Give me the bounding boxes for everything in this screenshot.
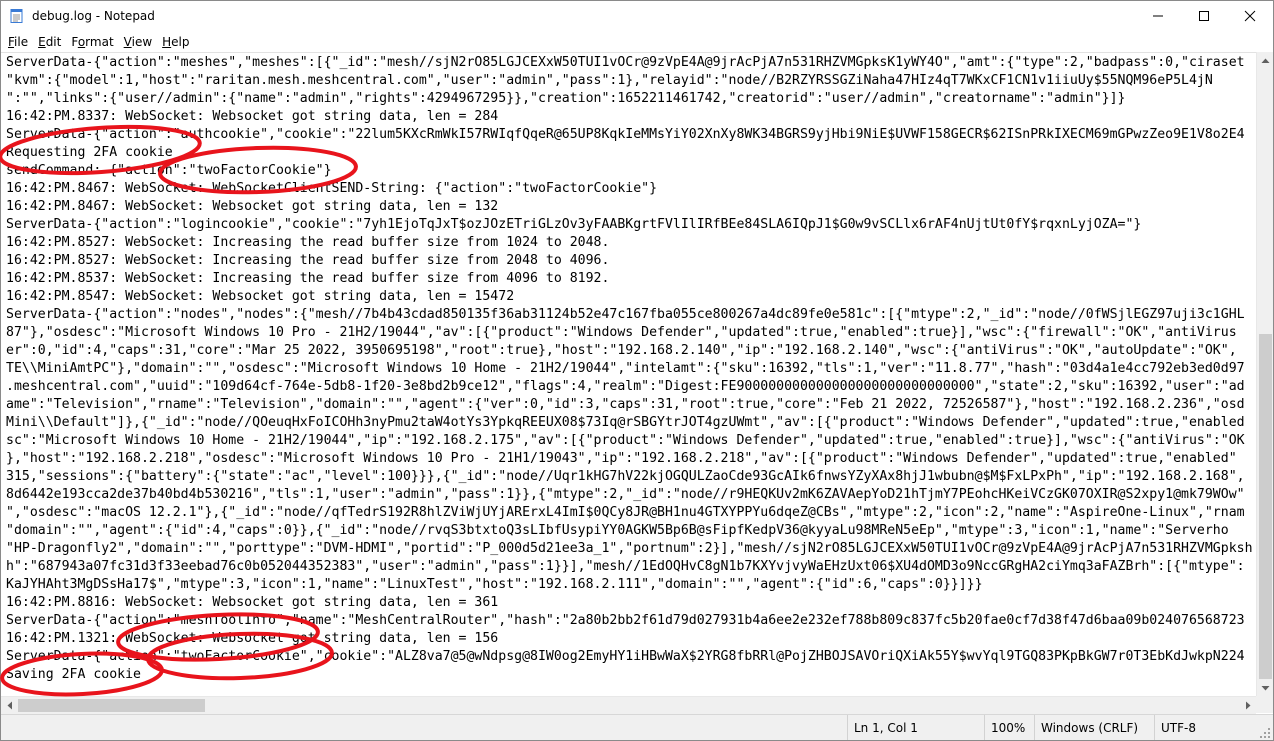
editor-line: 16:42:PM.8816: WebSocket: Websocket got … bbox=[6, 595, 499, 610]
scroll-left-arrow-icon bbox=[7, 701, 12, 710]
text-editor[interactable]: ServerData-{"action":"meshes","meshes":[… bbox=[1, 52, 1256, 697]
editor-line: "domain":"","agent":{"id":4,"caps":0}},{… bbox=[6, 523, 1229, 538]
menu-format-label: Format bbox=[71, 35, 114, 49]
editor-line: 315,"sessions":{"battery":{"state":"ac",… bbox=[6, 469, 1245, 484]
resize-grip-icon[interactable] bbox=[1259, 727, 1271, 739]
horizontal-scrollbar[interactable] bbox=[1, 696, 1256, 714]
editor-line: 16:42:PM.8527: WebSocket: Increasing the… bbox=[6, 235, 610, 250]
maximize-icon bbox=[1199, 11, 1209, 21]
editor-line: Saving 2FA cookie bbox=[6, 667, 141, 682]
editor-line: ","osdesc":"macOS 12.2.1"},{"_id":"node/… bbox=[6, 505, 1245, 520]
scroll-right-arrow-icon bbox=[1245, 701, 1250, 710]
menu-view[interactable]: View bbox=[119, 32, 157, 52]
editor-line: 16:42:PM.8337: WebSocket: Websocket got … bbox=[6, 109, 499, 124]
editor-line: ame":"Television","rname":"Television","… bbox=[6, 397, 1245, 412]
menu-file[interactable]: File bbox=[3, 32, 33, 52]
editor-line: 16:42:PM.8467: WebSocket: Websocket got … bbox=[6, 199, 499, 214]
editor-line: ServerData-{"action":"nodes","nodes":{"m… bbox=[6, 307, 1245, 322]
menu-edit[interactable]: Edit bbox=[33, 32, 66, 52]
menu-format[interactable]: Format bbox=[66, 32, 118, 52]
editor-line: "kvm":{"model":1,"host":"raritan.mesh.me… bbox=[6, 73, 1213, 88]
editor-line: Mini\\Default"]},{"_id":"node//QOeuqHxFo… bbox=[6, 415, 1245, 430]
scroll-down-arrow-icon bbox=[1261, 685, 1270, 690]
close-button[interactable] bbox=[1227, 1, 1273, 31]
cursor-position: Ln 1, Col 1 bbox=[847, 715, 982, 740]
editor-line: ServerData-{"action":"meshToolInfo","nam… bbox=[6, 613, 1245, 628]
editor-line: 16:42:PM.8547: WebSocket: Websocket got … bbox=[6, 289, 515, 304]
notepad-icon bbox=[10, 9, 23, 23]
minimize-button[interactable] bbox=[1135, 1, 1181, 31]
menu-edit-label: Edit bbox=[38, 35, 62, 49]
menu-help[interactable]: Help bbox=[157, 32, 194, 52]
editor-line: 87"},"osdesc":"Microsoft Windows 10 Pro … bbox=[6, 325, 1237, 340]
window-title: debug.log - Notepad bbox=[32, 9, 155, 23]
editor-line: sendCommand: {"action":"twoFactorCookie"… bbox=[6, 163, 332, 178]
vertical-scroll-thumb[interactable] bbox=[1259, 334, 1272, 679]
editor-line: 16:42:PM.8467: WebSocket: WebSocketClien… bbox=[6, 181, 658, 196]
close-icon bbox=[1244, 10, 1256, 22]
editor-line: KaJYHAht3MgDSsHa17$","mtype":3,"icon":1,… bbox=[6, 577, 983, 592]
menu-view-label: View bbox=[123, 35, 153, 49]
scroll-right-button[interactable] bbox=[1239, 697, 1256, 714]
editor-line: ServerData-{"action":"meshes","meshes":[… bbox=[6, 55, 1245, 70]
line-ending: Windows (CRLF) bbox=[1034, 715, 1151, 740]
editor-line: ServerData-{"action":"logincookie","cook… bbox=[6, 217, 1142, 232]
editor-line: er":0,"id":4,"caps":31,"core":"Mar 25 20… bbox=[6, 343, 1237, 358]
horizontal-scroll-thumb[interactable] bbox=[18, 699, 205, 712]
maximize-button[interactable] bbox=[1181, 1, 1227, 31]
scrollbar-corner bbox=[1256, 696, 1273, 713]
zoom-level: 100% bbox=[984, 715, 1036, 740]
status-bar: Ln 1, Col 1 100% Windows (CRLF) UTF-8 bbox=[1, 714, 1273, 740]
editor-line: sc":"Microsoft Windows 10 Home - 21H2/19… bbox=[6, 433, 1245, 448]
editor-line: h":"687943a07fc31d3f33eebad76c0b05204435… bbox=[6, 559, 1245, 574]
vertical-scrollbar[interactable] bbox=[1256, 52, 1273, 696]
menu-bar: File Edit Format View Help bbox=[1, 32, 1273, 52]
editor-line: 16:42:PM.8527: WebSocket: Increasing the… bbox=[6, 253, 610, 268]
scroll-up-arrow-icon bbox=[1261, 58, 1270, 63]
minimize-icon bbox=[1153, 15, 1163, 17]
editor-line: TE\\MiniAmtPC"},"domain":"","osdesc":"Mi… bbox=[6, 361, 1245, 376]
editor-line: ":"","links":{"user//admin":{"name":"adm… bbox=[6, 91, 1126, 106]
notepad-window: debug.log - Notepad File Edit Format Vie… bbox=[0, 0, 1274, 741]
menu-help-label: Help bbox=[162, 35, 190, 49]
scroll-up-button[interactable] bbox=[1257, 52, 1273, 69]
editor-line: "HP-Dragonfly2","domain":"","porttype":"… bbox=[6, 541, 1253, 556]
editor-line: Requesting 2FA cookie bbox=[6, 145, 173, 160]
editor-line: },"host":"192.168.2.218","osdesc":"Micro… bbox=[6, 451, 1237, 466]
editor-line: ServerData-{"action":"twoFactorCookie","… bbox=[6, 649, 1245, 664]
editor-line: 16:42:PM.1321: WebSocket: Websocket got … bbox=[6, 631, 499, 646]
editor-line: 8d6442e193cca2de37b40bd4b530216","tls":1… bbox=[6, 487, 1245, 502]
editor-line: ServerData-{"action":"authcookie","cooki… bbox=[6, 127, 1245, 142]
editor-line: 16:42:PM.8537: WebSocket: Increasing the… bbox=[6, 271, 610, 286]
scroll-left-button[interactable] bbox=[1, 697, 18, 714]
encoding: UTF-8 bbox=[1154, 715, 1261, 740]
title-bar[interactable]: debug.log - Notepad bbox=[1, 1, 1273, 31]
editor-line: .meshcentral.com","uuid":"109d64cf-764e-… bbox=[6, 379, 1245, 394]
menu-file-label: File bbox=[8, 35, 29, 49]
scroll-down-button[interactable] bbox=[1257, 679, 1273, 696]
